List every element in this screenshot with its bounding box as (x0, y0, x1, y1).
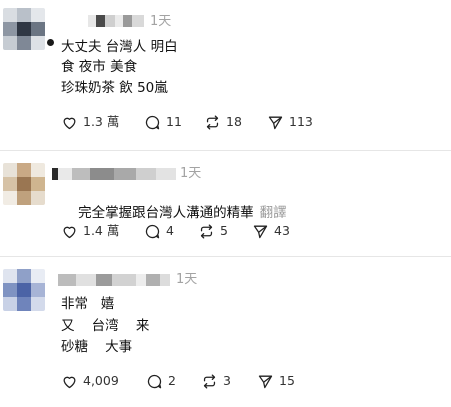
share-button[interactable]: 15 (257, 371, 295, 391)
post-text-line: 砂糖 大事 (61, 339, 133, 355)
comment-button[interactable]: 2 (146, 371, 176, 391)
share-count: 15 (279, 373, 295, 388)
comment-button[interactable]: 11 (144, 112, 182, 132)
heart-icon (63, 226, 76, 238)
repost-count: 5 (220, 223, 228, 238)
heart-icon (63, 376, 76, 388)
repost-button[interactable]: 5 (198, 221, 228, 241)
avatar-post-1[interactable] (3, 8, 45, 50)
share-button[interactable]: 43 (252, 221, 290, 241)
heart-icon (63, 117, 76, 129)
post-actions: 4,009 2 3 15 (61, 371, 361, 391)
username-post-2[interactable] (52, 168, 176, 180)
post-time: 1天 (150, 14, 172, 29)
like-button[interactable]: 4,009 (61, 371, 119, 391)
like-button[interactable]: 1.3 萬 (61, 112, 119, 132)
like-count: 1.4 萬 (83, 223, 120, 238)
repost-icon (200, 223, 213, 239)
repost-icon (206, 114, 219, 130)
post-text-line: 珍珠奶茶 飲 50嵐 (61, 80, 168, 96)
comment-count: 11 (166, 114, 182, 129)
post-3: 1天 非常 嬉 又 台湾 来 砂糖 大事 4,009 2 3 15 (0, 257, 451, 407)
comment-count: 4 (166, 223, 174, 238)
send-icon (253, 225, 268, 238)
post-text-line: 非常 嬉 (61, 296, 115, 312)
translate-link[interactable]: 翻譯 (260, 205, 287, 221)
comment-bubble-icon (147, 374, 162, 388)
share-count: 113 (289, 114, 313, 129)
username-post-1[interactable] (88, 15, 144, 27)
repost-icon (203, 373, 216, 389)
share-count: 43 (274, 223, 290, 238)
post-time: 1天 (180, 166, 202, 181)
post-actions: 1.3 萬 11 18 113 (61, 112, 361, 132)
send-icon (268, 116, 283, 129)
repost-button[interactable]: 18 (204, 112, 242, 132)
post-1: 1天 大丈夫 台灣人 明白 食 夜市 美食 珍珠奶茶 飲 50嵐 1.3 萬 1… (0, 0, 451, 150)
send-icon (258, 375, 273, 388)
repost-button[interactable]: 3 (201, 371, 231, 391)
repost-count: 18 (226, 114, 242, 129)
username-post-3[interactable] (58, 274, 170, 286)
post-text-line: 又 台湾 来 (61, 318, 150, 334)
share-button[interactable]: 113 (267, 112, 313, 132)
post-text: 完全掌握跟台灣人溝通的精華 (78, 205, 254, 221)
post-2: 1天 完全掌握跟台灣人溝通的精華 翻譯 1.4 萬 4 5 43 (0, 151, 451, 256)
avatar-post-3[interactable] (3, 269, 45, 311)
avatar-badge (46, 38, 55, 47)
repost-count: 3 (223, 373, 231, 388)
avatar-post-2[interactable] (3, 163, 45, 205)
post-time: 1天 (176, 272, 198, 287)
post-actions: 1.4 萬 4 5 43 (61, 221, 361, 241)
comment-button[interactable]: 4 (144, 221, 174, 241)
comment-bubble-icon (145, 224, 160, 238)
comment-bubble-icon (145, 115, 160, 129)
like-count: 4,009 (83, 373, 119, 388)
post-text-line: 食 夜市 美食 (61, 59, 138, 75)
post-text-line: 大丈夫 台灣人 明白 (61, 39, 178, 55)
like-count: 1.3 萬 (83, 114, 120, 129)
like-button[interactable]: 1.4 萬 (61, 221, 119, 241)
comment-count: 2 (168, 373, 176, 388)
